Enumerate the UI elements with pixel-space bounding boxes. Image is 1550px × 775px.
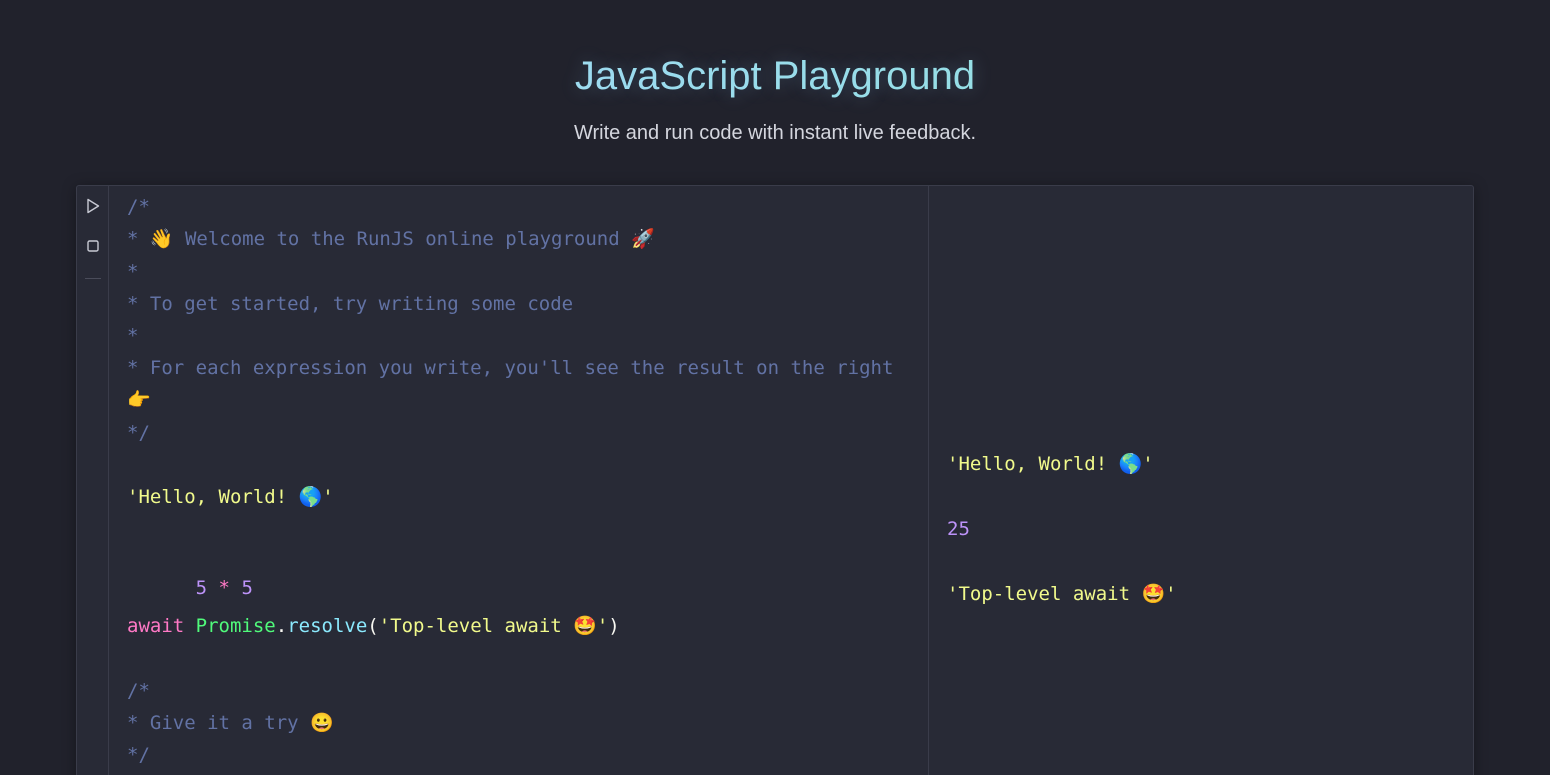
stop-button[interactable] (83, 236, 103, 256)
code-token: . (275, 615, 288, 637)
code-line: */ (127, 744, 150, 766)
code-line: * For each expression you write, you'll … (127, 357, 894, 379)
code-line: 5 * 5 (127, 549, 253, 599)
stop-icon (87, 240, 99, 252)
result-item: 'Hello, World! 🌎' (947, 453, 1154, 475)
code-line: * To get started, try writing some code (127, 293, 574, 315)
code-token: resolve (287, 615, 368, 637)
code-token: Promise (195, 615, 276, 637)
code-token: 5 (241, 577, 253, 599)
editor-toolbar (77, 186, 109, 775)
code-editor[interactable]: /* * 👋 Welcome to the RunJS online playg… (110, 186, 929, 775)
toolbar-divider (85, 278, 101, 279)
code-token: await (127, 615, 185, 637)
code-line: 👉 (127, 389, 151, 411)
code-line: await Promise.resolve('Top-level await 🤩… (127, 613, 620, 639)
code-line: 'Hello, World! 🌎' (127, 486, 334, 508)
code-token: 'Top-level await 🤩' (378, 615, 609, 637)
code-token: ( (367, 615, 379, 637)
code-token: 5 (195, 577, 208, 599)
result-item: 25 (947, 518, 970, 540)
run-button[interactable] (83, 196, 103, 216)
code-line: * (127, 325, 139, 347)
code-line: * (127, 261, 139, 283)
play-icon (87, 198, 100, 214)
code-line: /* (127, 196, 150, 218)
code-token: * (218, 577, 230, 599)
result-item: 'Top-level await 🤩' (947, 583, 1177, 605)
code-token: ) (608, 615, 620, 637)
code-line: * Give it a try 😀 (127, 712, 334, 734)
result-panel: 'Hello, World! 🌎' 25 'Top-level await 🤩' (929, 186, 1473, 775)
page-title: JavaScript Playground (0, 50, 1550, 102)
editor-window: /* * 👋 Welcome to the RunJS online playg… (76, 185, 1474, 775)
code-line: /* (127, 680, 150, 702)
page-subtitle: Write and run code with instant live fee… (573, 122, 977, 144)
code-line: * 👋 Welcome to the RunJS online playgrou… (127, 228, 655, 250)
code-line: */ (127, 422, 150, 444)
